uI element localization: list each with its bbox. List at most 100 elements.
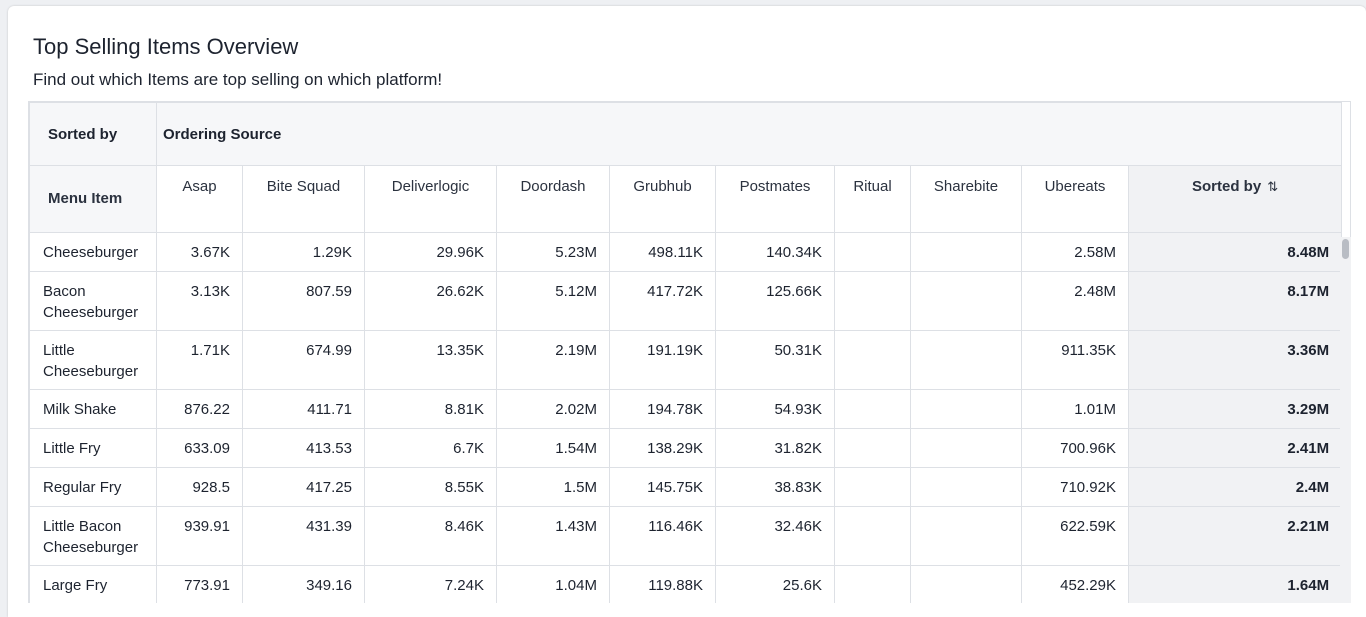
table-row[interactable]: Little Bacon Cheeseburger 939.91 431.39 8.4… [29, 506, 1343, 566]
value-cell-sharebite [910, 271, 1022, 331]
ordering-source-group-header: Ordering Source [155, 102, 1343, 166]
value-cell-ubereats: 911.35K [1021, 330, 1129, 390]
column-header-postmates[interactable]: Postmates [715, 165, 835, 233]
value-cell-bite-squad: 349.16 [242, 565, 365, 603]
column-header-ritual[interactable]: Ritual [834, 165, 911, 233]
table-row[interactable]: Large Fry 773.91 349.16 7.24K 1.04M 119.88K 25… [29, 565, 1343, 603]
value-cell-postmates: 32.46K [715, 506, 835, 566]
value-cell-sharebite [910, 330, 1022, 390]
value-cell-ritual [834, 565, 911, 603]
menu-item-cell: Milk Shake [29, 389, 157, 429]
value-cell-grubhub: 191.19K [609, 330, 716, 390]
column-header-grubhub[interactable]: Grubhub [609, 165, 716, 233]
value-cell-doordash: 1.5M [496, 467, 610, 507]
menu-item-cell: Little Fry [29, 428, 157, 468]
table-row[interactable]: Regular Fry 928.5 417.25 8.55K 1.5M 145.75K 38… [29, 467, 1343, 507]
menu-item-cell: Regular Fry [29, 467, 157, 507]
value-cell-deliverlogic: 6.7K [364, 428, 497, 468]
value-cell-sharebite [910, 389, 1022, 429]
value-cell-asap: 939.91 [156, 506, 243, 566]
value-cell-sharebite [910, 467, 1022, 507]
sorted-by-row-label: Sorted by [29, 102, 157, 166]
menu-item-cell: Large Fry [29, 565, 157, 603]
value-cell-deliverlogic: 29.96K [364, 232, 497, 272]
column-header-asap[interactable]: Asap [156, 165, 243, 233]
sorted-by-column-label: Sorted by [1192, 178, 1262, 195]
value-cell-ubereats: 622.59K [1021, 506, 1129, 566]
column-header-deliverlogic[interactable]: Deliverlogic [364, 165, 497, 233]
table-body: Cheeseburger 3.67K 1.29K 29.96K 5.23M 498.11K… [29, 232, 1343, 603]
value-cell-grubhub: 138.29K [609, 428, 716, 468]
sorted-by-column-header[interactable]: Sorted by ⇅ [1127, 165, 1343, 233]
value-cell-sharebite [910, 232, 1022, 272]
value-cell-bite-squad: 417.25 [242, 467, 365, 507]
value-cell-ubereats: 1.01M [1021, 389, 1129, 429]
value-cell-grubhub: 194.78K [609, 389, 716, 429]
sorted-by-value-cell: 2.41M [1127, 428, 1343, 468]
card-subtitle: Find out which Items are top selling on … [33, 70, 443, 89]
value-cell-grubhub: 119.88K [609, 565, 716, 603]
table-row[interactable]: Cheeseburger 3.67K 1.29K 29.96K 5.23M 498.11K… [29, 232, 1343, 272]
table-row[interactable]: Milk Shake 876.22 411.71 8.81K 2.02M 194.78K 5… [29, 389, 1343, 429]
value-cell-ubereats: 2.58M [1021, 232, 1129, 272]
sorted-by-value-cell: 2.21M [1127, 506, 1343, 566]
value-cell-bite-squad: 411.71 [242, 389, 365, 429]
card-title: Top Selling Items Overview [33, 34, 299, 59]
value-cell-grubhub: 498.11K [609, 232, 716, 272]
value-cell-sharebite [910, 428, 1022, 468]
menu-item-cell: Cheeseburger [29, 232, 157, 272]
value-cell-ubereats: 700.96K [1021, 428, 1129, 468]
sorted-by-value-cell: 8.48M [1127, 232, 1343, 272]
value-cell-ritual [834, 330, 911, 390]
value-cell-ritual [834, 506, 911, 566]
value-cell-doordash: 2.19M [496, 330, 610, 390]
value-cell-asap: 1.71K [156, 330, 243, 390]
value-cell-asap: 3.67K [156, 232, 243, 272]
value-cell-deliverlogic: 26.62K [364, 271, 497, 331]
table-row[interactable]: Little Fry 633.09 413.53 6.7K 1.54M 138.29K 31… [29, 428, 1343, 468]
sort-arrows-icon[interactable]: ⇅ [1267, 179, 1278, 195]
value-cell-grubhub: 116.46K [609, 506, 716, 566]
value-cell-postmates: 125.66K [715, 271, 835, 331]
value-cell-doordash: 1.54M [496, 428, 610, 468]
column-header-doordash[interactable]: Doordash [496, 165, 610, 233]
scrollbar-thumb[interactable] [1342, 239, 1349, 259]
sorted-by-value-cell: 1.64M [1127, 565, 1343, 603]
value-cell-ubereats: 710.92K [1021, 467, 1129, 507]
value-cell-deliverlogic: 8.55K [364, 467, 497, 507]
value-cell-grubhub: 417.72K [609, 271, 716, 331]
value-cell-bite-squad: 413.53 [242, 428, 365, 468]
value-cell-sharebite [910, 506, 1022, 566]
value-cell-ritual [834, 389, 911, 429]
value-cell-deliverlogic: 13.35K [364, 330, 497, 390]
menu-item-cell: Bacon Cheeseburger [29, 271, 157, 331]
table-row[interactable]: Bacon Cheeseburger 3.13K 807.59 26.62K 5.12M… [29, 271, 1343, 331]
table-row[interactable]: Little Cheeseburger 1.71K 674.99 13.35K 2.19… [29, 330, 1343, 390]
value-cell-postmates: 50.31K [715, 330, 835, 390]
column-header-sharebite[interactable]: Sharebite [910, 165, 1022, 233]
menu-item-cell: Little Cheeseburger [29, 330, 157, 390]
value-cell-bite-squad: 674.99 [242, 330, 365, 390]
value-cell-ubereats: 452.29K [1021, 565, 1129, 603]
value-cell-postmates: 25.6K [715, 565, 835, 603]
menu-item-cell: Little Bacon Cheeseburger [29, 506, 157, 566]
value-cell-postmates: 31.82K [715, 428, 835, 468]
top-selling-card: Top Selling Items Overview Find out whic… [8, 6, 1366, 617]
value-cell-doordash: 5.12M [496, 271, 610, 331]
value-cell-ubereats: 2.48M [1021, 271, 1129, 331]
value-cell-doordash: 1.43M [496, 506, 610, 566]
pivot-table: Sorted by Ordering Source Menu Item Asap… [28, 101, 1351, 603]
sorted-by-value-cell: 8.17M [1127, 271, 1343, 331]
menu-item-column-header[interactable]: Menu Item [29, 165, 157, 233]
value-cell-asap: 928.5 [156, 467, 243, 507]
value-cell-ritual [834, 428, 911, 468]
vertical-scrollbar[interactable] [1340, 237, 1351, 603]
sorted-by-value-cell: 3.29M [1127, 389, 1343, 429]
value-cell-bite-squad: 431.39 [242, 506, 365, 566]
value-cell-asap: 633.09 [156, 428, 243, 468]
value-cell-ritual [834, 467, 911, 507]
column-header-bite-squad[interactable]: Bite Squad [242, 165, 365, 233]
column-header-ubereats[interactable]: Ubereats [1021, 165, 1129, 233]
value-cell-asap: 876.22 [156, 389, 243, 429]
value-cell-ritual [834, 271, 911, 331]
